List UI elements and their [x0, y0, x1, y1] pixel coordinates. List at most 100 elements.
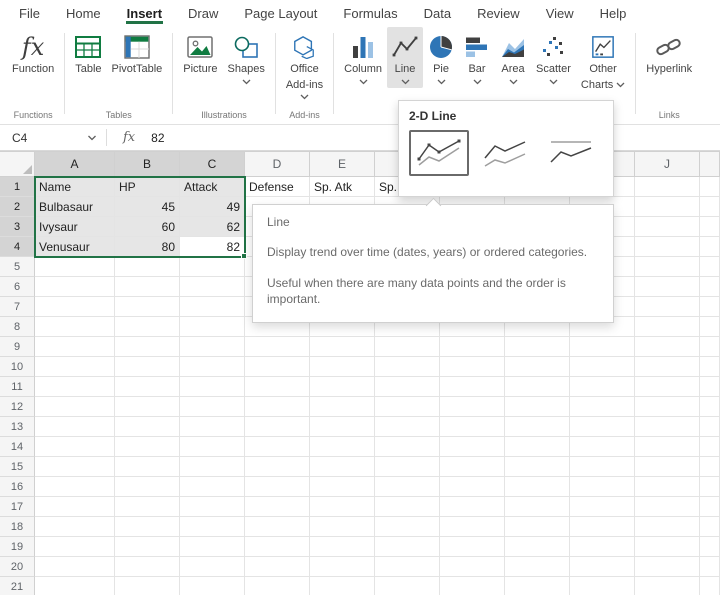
cell-B4[interactable]: 80: [115, 237, 180, 257]
cell-A7[interactable]: [35, 297, 115, 317]
cell-F20[interactable]: [375, 557, 440, 577]
cell-J14[interactable]: [635, 437, 700, 457]
cell-A5[interactable]: [35, 257, 115, 277]
cell-A13[interactable]: [35, 417, 115, 437]
cell-D15[interactable]: [245, 457, 310, 477]
cell-C19[interactable]: [180, 537, 245, 557]
row-header-6[interactable]: 6: [0, 277, 35, 297]
cell-I16[interactable]: [570, 477, 635, 497]
other-charts-button[interactable]: Other Charts: [576, 27, 630, 94]
row-header-5[interactable]: 5: [0, 257, 35, 277]
cell-J5[interactable]: [635, 257, 700, 277]
cell-G20[interactable]: [440, 557, 505, 577]
column-header-J[interactable]: J: [635, 151, 700, 177]
cell-A3[interactable]: Ivysaur: [35, 217, 115, 237]
cell-F12[interactable]: [375, 397, 440, 417]
cell-G10[interactable]: [440, 357, 505, 377]
stacked-100-line-chart-option[interactable]: [541, 130, 601, 176]
cell-E10[interactable]: [310, 357, 375, 377]
cell-F16[interactable]: [375, 477, 440, 497]
cell-B20[interactable]: [115, 557, 180, 577]
hyperlink-button[interactable]: Hyperlink: [641, 27, 697, 79]
cell-C12[interactable]: [180, 397, 245, 417]
cell-B15[interactable]: [115, 457, 180, 477]
cell-G15[interactable]: [440, 457, 505, 477]
cell-J8[interactable]: [635, 317, 700, 337]
cell-B5[interactable]: [115, 257, 180, 277]
cell-B7[interactable]: [115, 297, 180, 317]
cell-I19[interactable]: [570, 537, 635, 557]
cell-I12[interactable]: [570, 397, 635, 417]
line-chart-button[interactable]: Line: [387, 27, 423, 88]
cell-B17[interactable]: [115, 497, 180, 517]
cell-C4[interactable]: 82: [180, 237, 245, 257]
row-header-9[interactable]: 9: [0, 337, 35, 357]
cell-H19[interactable]: [505, 537, 570, 557]
cell-E1[interactable]: Sp. Atk: [310, 177, 375, 197]
cell-H14[interactable]: [505, 437, 570, 457]
cell-C9[interactable]: [180, 337, 245, 357]
cell-A21[interactable]: [35, 577, 115, 595]
cell-A12[interactable]: [35, 397, 115, 417]
row-header-12[interactable]: 12: [0, 397, 35, 417]
cell-B11[interactable]: [115, 377, 180, 397]
cell-H13[interactable]: [505, 417, 570, 437]
cell-D1[interactable]: Defense: [245, 177, 310, 197]
pivottable-button[interactable]: PivotTable: [107, 27, 168, 79]
cell-C14[interactable]: [180, 437, 245, 457]
cell-A20[interactable]: [35, 557, 115, 577]
cell-E16[interactable]: [310, 477, 375, 497]
column-header-B[interactable]: B: [115, 151, 180, 177]
cell-F14[interactable]: [375, 437, 440, 457]
cell-H18[interactable]: [505, 517, 570, 537]
cell-H16[interactable]: [505, 477, 570, 497]
cell-H12[interactable]: [505, 397, 570, 417]
cell-J12[interactable]: [635, 397, 700, 417]
cell-J2[interactable]: [635, 197, 700, 217]
column-header-D[interactable]: D: [245, 151, 310, 177]
row-header-8[interactable]: 8: [0, 317, 35, 337]
cell-A9[interactable]: [35, 337, 115, 357]
cell-G12[interactable]: [440, 397, 505, 417]
cell-E21[interactable]: [310, 577, 375, 595]
cell-J1[interactable]: [635, 177, 700, 197]
tab-insert[interactable]: Insert: [114, 2, 175, 24]
cell-B2[interactable]: 45: [115, 197, 180, 217]
cell-E15[interactable]: [310, 457, 375, 477]
picture-button[interactable]: Picture: [178, 27, 222, 79]
cell-F10[interactable]: [375, 357, 440, 377]
fill-handle[interactable]: [241, 253, 247, 259]
tab-page-layout[interactable]: Page Layout: [231, 2, 330, 24]
cell-A11[interactable]: [35, 377, 115, 397]
cell-H11[interactable]: [505, 377, 570, 397]
cell-B1[interactable]: HP: [115, 177, 180, 197]
cell-C15[interactable]: [180, 457, 245, 477]
row-header-11[interactable]: 11: [0, 377, 35, 397]
cell-G11[interactable]: [440, 377, 505, 397]
cell-F13[interactable]: [375, 417, 440, 437]
cell-H15[interactable]: [505, 457, 570, 477]
cell-I9[interactable]: [570, 337, 635, 357]
cell-C13[interactable]: [180, 417, 245, 437]
cell-B13[interactable]: [115, 417, 180, 437]
cell-D14[interactable]: [245, 437, 310, 457]
cell-A6[interactable]: [35, 277, 115, 297]
cell-C8[interactable]: [180, 317, 245, 337]
cell-C5[interactable]: [180, 257, 245, 277]
cell-J9[interactable]: [635, 337, 700, 357]
cell-A14[interactable]: [35, 437, 115, 457]
cell-D13[interactable]: [245, 417, 310, 437]
row-header-17[interactable]: 17: [0, 497, 35, 517]
cell-D21[interactable]: [245, 577, 310, 595]
cell-J21[interactable]: [635, 577, 700, 595]
cell-G9[interactable]: [440, 337, 505, 357]
function-button[interactable]: fx Function: [7, 27, 59, 79]
cell-C1[interactable]: Attack: [180, 177, 245, 197]
row-header-21[interactable]: 21: [0, 577, 35, 595]
cell-J20[interactable]: [635, 557, 700, 577]
cell-E19[interactable]: [310, 537, 375, 557]
cell-C7[interactable]: [180, 297, 245, 317]
cell-I20[interactable]: [570, 557, 635, 577]
shapes-button[interactable]: Shapes: [223, 27, 270, 88]
cell-E9[interactable]: [310, 337, 375, 357]
